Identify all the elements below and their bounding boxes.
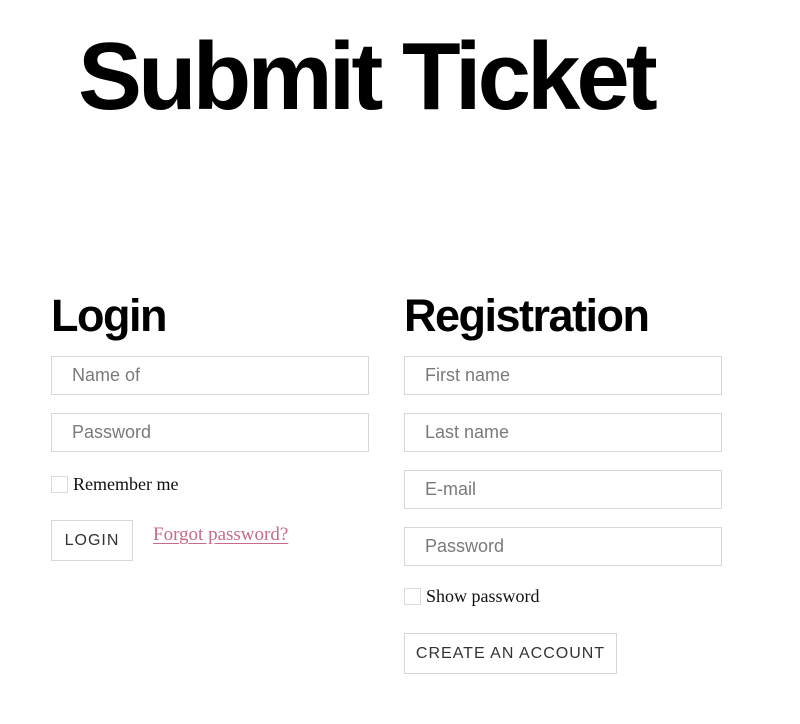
forgot-password-link[interactable]: Forgot password? (153, 524, 288, 546)
last-name-input[interactable] (404, 413, 722, 452)
show-password-row: Show password (404, 585, 722, 607)
login-password-input[interactable] (51, 413, 369, 452)
registration-password-input[interactable] (404, 527, 722, 566)
remember-me-row: Remember me (51, 473, 369, 495)
email-input[interactable] (404, 470, 722, 509)
create-account-button[interactable]: CREATE AN ACCOUNT (404, 633, 617, 674)
login-actions: LOGIN Forgot password? (51, 520, 369, 561)
login-section: Login Remember me LOGIN Forgot password? (51, 288, 369, 561)
login-heading: Login (51, 290, 167, 341)
login-button[interactable]: LOGIN (51, 520, 133, 561)
show-password-checkbox[interactable] (404, 587, 421, 605)
registration-section: Registration Show password CREATE AN ACC… (404, 288, 722, 674)
show-password-label[interactable]: Show password (426, 586, 540, 607)
registration-actions: CREATE AN ACCOUNT (404, 633, 722, 674)
registration-heading: Registration (404, 290, 650, 341)
remember-me-checkbox[interactable] (51, 475, 68, 493)
first-name-input[interactable] (404, 356, 722, 395)
remember-me-label[interactable]: Remember me (73, 474, 178, 495)
login-username-input[interactable] (51, 356, 369, 395)
page-title: Submit Ticket (78, 23, 658, 130)
